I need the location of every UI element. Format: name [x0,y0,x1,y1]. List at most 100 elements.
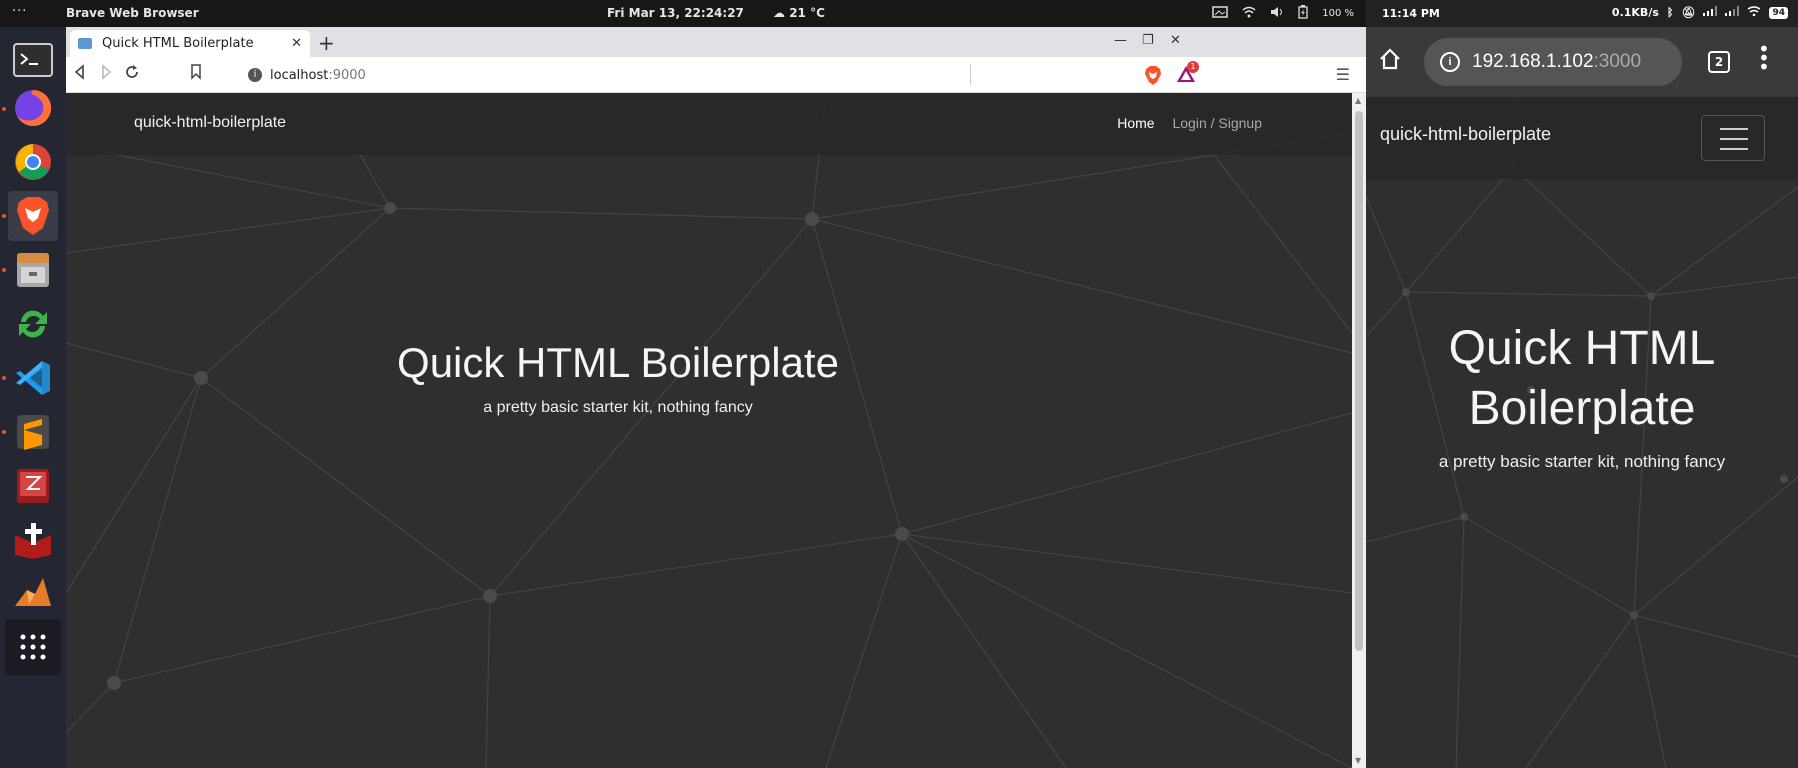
vscode-launcher[interactable] [8,353,58,403]
battery-icon [1298,5,1308,22]
browser-window: Quick HTML Boilerplate ✕ + — ❐ ✕ i local… [66,27,1366,768]
close-tab-icon[interactable]: ✕ [291,36,302,51]
bookmark-button[interactable] [190,64,202,84]
dock [0,27,66,768]
chrome-launcher[interactable] [8,137,58,187]
back-arrow-icon [74,64,84,80]
sublime-text-icon [17,415,49,450]
sync-arrows-icon [19,310,47,338]
phone-address-bar[interactable]: i 192.168.1.102:3000 [1424,38,1682,86]
phone-site-brand[interactable]: quick-html-boilerplate [1380,124,1551,145]
forward-arrow-icon [102,64,112,80]
nav-login-link[interactable]: Login / Signup [1172,115,1262,131]
home-icon [1380,48,1400,70]
focused-app-name[interactable]: Brave Web Browser [66,6,199,20]
bluetooth-icon: ᛒ [1666,6,1674,19]
rewards-badge: 1 [1187,61,1199,73]
weather[interactable]: ☁ 21 °C [773,6,825,20]
site-navbar: quick-html-boilerplate Home Login / Sign… [66,93,1352,155]
phone-site-navbar: quick-html-boilerplate [1366,97,1798,179]
minimize-icon[interactable]: — [1114,33,1127,48]
phone-wifi-icon [1747,6,1761,19]
signal-icon [1703,6,1718,19]
scroll-down-icon[interactable]: ▼ [1355,756,1361,765]
phone-hero-title: Quick HTML Boilerplate [1366,319,1798,439]
site-brand[interactable]: quick-html-boilerplate [134,114,286,132]
phone-browser-toolbar: i 192.168.1.102:3000 2 • • • [1366,27,1798,97]
screen-icon [1212,6,1228,21]
mute-bell-icon: 🔕︎ [1681,6,1696,19]
tab-strip: Quick HTML Boilerplate ✕ + — ❐ ✕ [66,27,1366,57]
signal-2-icon [1725,6,1740,19]
wifi-icon [1242,6,1256,21]
phone-status-bar: 11:14 PM 0.1KB/s ᛒ 🔕︎ 94 [1366,0,1798,27]
navbar-toggler-button[interactable] [1701,115,1765,161]
phone-tab-switcher[interactable]: 2 [1708,51,1730,73]
phone-hero-title-line2: Boilerplate [1468,382,1696,435]
close-window-icon[interactable]: ✕ [1170,33,1181,48]
brave-shields-button[interactable] [1144,65,1162,89]
url-host: localhost [270,67,329,83]
phone-site-info-icon[interactable]: i [1440,52,1460,72]
battery-percent: 100 % [1322,8,1354,19]
bible-app-launcher[interactable] [8,515,58,565]
new-tab-button[interactable]: + [318,31,335,55]
tab-active[interactable]: Quick HTML Boilerplate ✕ [70,30,310,57]
show-applications-button[interactable] [5,619,61,675]
brave-launcher[interactable] [8,191,58,241]
system-top-bar: ··· Brave Web Browser Fri Mar 13, 22:24:… [0,0,1366,27]
phone-net-speed: 0.1KB/s [1611,6,1659,19]
brave-lion-icon [1145,66,1161,85]
nav-links: Home Login / Signup [1117,115,1262,131]
zotero-launcher[interactable] [8,461,58,511]
phone-screen: 11:14 PM 0.1KB/s ᛒ 🔕︎ 94 i 192.168.1.102… [1366,0,1798,768]
reload-button[interactable] [124,64,140,84]
back-button[interactable] [72,64,88,84]
phone-time: 11:14 PM [1382,7,1440,20]
vscode-icon [16,361,50,395]
browser-toolbar: i localhost:9000 1 ☰ [66,57,1366,93]
zotero-book-icon [17,469,49,503]
site-info-icon[interactable]: i [248,68,262,82]
address-bar[interactable]: i localhost:9000 [248,61,1178,89]
file-cabinet-icon [17,253,49,287]
activities-button[interactable]: ··· [12,4,27,19]
url-port: :9000 [328,67,366,83]
firefox-launcher[interactable] [8,83,58,133]
system-tray[interactable]: 100 % [1212,5,1354,22]
monitor-favicon-icon [78,38,92,49]
phone-status-icons: 0.1KB/s ᛒ 🔕︎ 94 [1612,6,1788,19]
browser-menu-button[interactable]: ☰ [1336,65,1350,84]
sublime-launcher[interactable] [8,407,58,457]
page-scrollbar[interactable]: ▲ ▼ [1352,93,1366,768]
restore-icon[interactable]: ❐ [1142,33,1154,48]
phone-url-port: :3000 [1593,51,1642,72]
clock[interactable]: Fri Mar 13, 22:24:27 [607,6,744,20]
cross-book-icon [15,523,51,559]
terminal-icon [13,43,53,77]
firefox-icon [15,89,52,126]
brave-icon [17,197,49,235]
bookmark-icon [191,64,201,80]
matlab-icon [15,578,51,606]
volume-icon [1270,6,1284,21]
nav-home-link[interactable]: Home [1117,115,1154,131]
matlab-launcher[interactable] [8,569,58,619]
scroll-up-icon[interactable]: ▲ [1355,96,1361,105]
forward-button[interactable] [98,64,114,84]
phone-battery: 94 [1769,6,1788,19]
app-grid-icon [20,634,46,660]
page-viewport: quick-html-boilerplate Home Login / Sign… [66,93,1352,768]
hero-subtitle: a pretty basic starter kit, nothing fanc… [483,399,753,416]
network-background [66,93,1352,768]
software-updater-launcher[interactable] [8,299,58,349]
phone-page-viewport: quick-html-boilerplate Quick HTML Boiler… [1366,97,1798,768]
tab-title: Quick HTML Boilerplate [102,36,254,51]
phone-hero-subtitle: a pretty basic starter kit, nothing fanc… [1438,452,1726,471]
terminal-launcher[interactable] [8,35,58,85]
scrollbar-thumb[interactable] [1355,111,1363,651]
phone-home-button[interactable] [1378,47,1402,75]
weather-temp: 21 °C [789,6,825,20]
phone-kebab-menu-icon[interactable]: • • • [1758,39,1770,77]
files-launcher[interactable] [8,245,58,295]
